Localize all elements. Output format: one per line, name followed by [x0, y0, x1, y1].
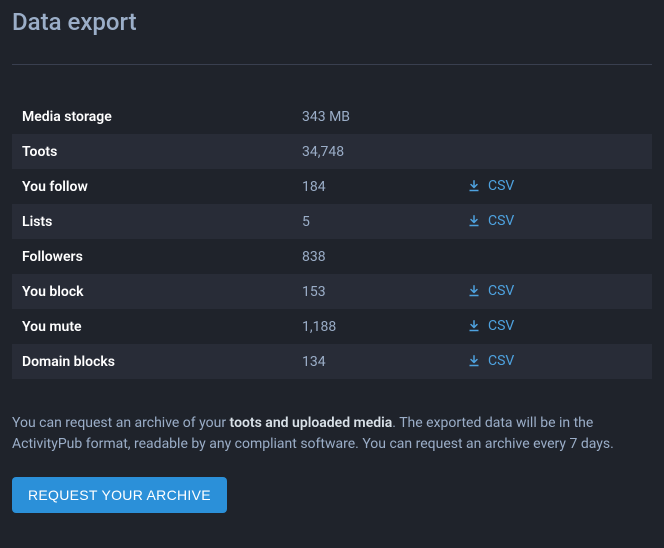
csv-download-link[interactable]: CSV: [468, 318, 514, 334]
download-icon: [468, 215, 480, 227]
csv-label: CSV: [488, 318, 514, 334]
table-row: Toots34,748: [12, 134, 652, 169]
archive-description: You can request an archive of your toots…: [12, 413, 652, 455]
desc-prefix: You can request an archive of your: [12, 415, 230, 431]
row-action: CSV: [468, 309, 652, 344]
table-row: Lists5 CSV: [12, 204, 652, 239]
page-title: Data export: [12, 8, 652, 36]
row-value: 1,188: [302, 309, 468, 344]
row-label: Followers: [12, 239, 302, 274]
row-action: [468, 134, 652, 169]
row-action: CSV: [468, 344, 652, 379]
download-icon: [468, 285, 480, 297]
csv-label: CSV: [488, 283, 514, 299]
table-row: You block153 CSV: [12, 274, 652, 309]
csv-label: CSV: [488, 353, 514, 369]
download-icon: [468, 320, 480, 332]
row-action: [468, 99, 652, 134]
row-action: CSV: [468, 274, 652, 309]
row-value: 153: [302, 274, 468, 309]
request-archive-button[interactable]: REQUEST YOUR ARCHIVE: [12, 477, 227, 513]
table-row: Followers838: [12, 239, 652, 274]
row-label: You block: [12, 274, 302, 309]
row-value: 134: [302, 344, 468, 379]
export-table: Media storage343 MBToots34,748You follow…: [12, 99, 652, 379]
row-value: 184: [302, 169, 468, 204]
csv-download-link[interactable]: CSV: [468, 213, 514, 229]
table-row: Media storage343 MB: [12, 99, 652, 134]
row-value: 34,748: [302, 134, 468, 169]
row-action: [468, 239, 652, 274]
table-row: Domain blocks134 CSV: [12, 344, 652, 379]
row-label: Lists: [12, 204, 302, 239]
desc-bold: toots and uploaded media: [230, 415, 393, 431]
download-icon: [468, 180, 480, 192]
row-value: 343 MB: [302, 99, 468, 134]
row-action: CSV: [468, 169, 652, 204]
row-label: Domain blocks: [12, 344, 302, 379]
row-value: 838: [302, 239, 468, 274]
csv-download-link[interactable]: CSV: [468, 283, 514, 299]
csv-download-link[interactable]: CSV: [468, 178, 514, 194]
table-row: You mute1,188 CSV: [12, 309, 652, 344]
csv-download-link[interactable]: CSV: [468, 353, 514, 369]
row-value: 5: [302, 204, 468, 239]
download-icon: [468, 355, 480, 367]
row-label: You follow: [12, 169, 302, 204]
row-label: You mute: [12, 309, 302, 344]
csv-label: CSV: [488, 178, 514, 194]
row-label: Media storage: [12, 99, 302, 134]
divider: [12, 64, 652, 65]
row-label: Toots: [12, 134, 302, 169]
table-row: You follow184 CSV: [12, 169, 652, 204]
row-action: CSV: [468, 204, 652, 239]
csv-label: CSV: [488, 213, 514, 229]
